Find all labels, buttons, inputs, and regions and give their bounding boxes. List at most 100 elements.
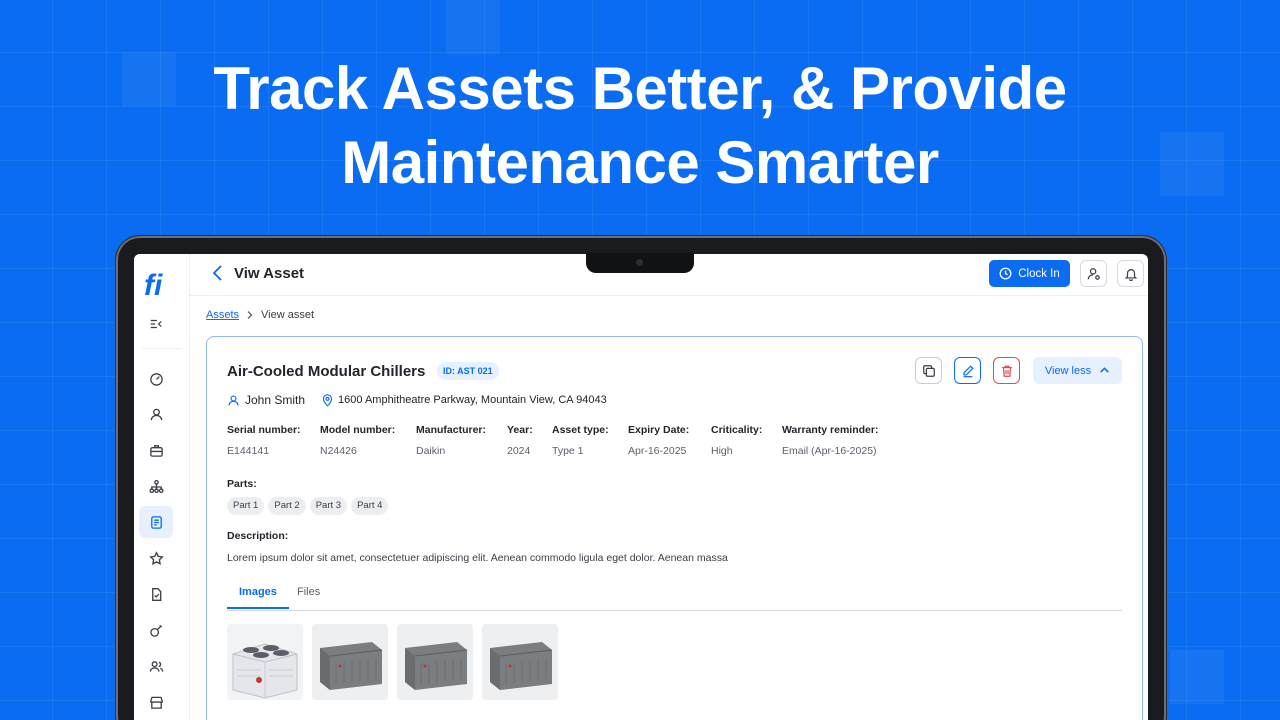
maintenance-icon <box>149 624 162 637</box>
headline-line-1: Track Assets Better, & Provide <box>213 55 1067 122</box>
asset-image-thumbnail[interactable] <box>312 624 388 700</box>
camera-dot <box>636 259 643 266</box>
asset-card: Air-Cooled Modular Chillers ID: AST 021 … <box>206 336 1143 720</box>
checklist-icon <box>151 587 161 601</box>
field-label: Model number: <box>320 424 396 436</box>
sidebar-item-team[interactable] <box>139 650 173 682</box>
active-tab-indicator <box>227 607 289 609</box>
description-text: Lorem ipsum dolor sit amet, consectetuer… <box>227 552 728 564</box>
hierarchy-icon <box>148 479 164 493</box>
field-label: Expiry Date: <box>628 424 690 436</box>
asset-image-thumbnail[interactable] <box>227 624 303 700</box>
field-serial-number: Serial number: E144141 <box>227 424 301 457</box>
field-criticality: Criticality: High <box>711 424 762 457</box>
clock-in-button[interactable]: Clock In <box>989 260 1070 287</box>
asset-id-badge: ID: AST 021 <box>437 362 499 380</box>
chiller-image <box>397 624 473 700</box>
sidebar-item-dashboard[interactable] <box>139 362 173 394</box>
star-icon <box>148 550 164 565</box>
media-tabs: Images Files <box>227 583 1122 611</box>
chevron-up-icon <box>1100 367 1110 373</box>
collapse-icon <box>150 319 162 329</box>
tab-files[interactable]: Files <box>297 586 320 598</box>
pencil-icon <box>962 364 974 377</box>
field-model-number: Model number: N24426 <box>320 424 395 457</box>
sidebar: fi <box>134 254 190 720</box>
duplicate-button[interactable] <box>915 357 942 384</box>
briefcase-icon <box>149 444 163 457</box>
field-label: Manufacturer: <box>416 424 487 436</box>
sidebar-item-hierarchy[interactable] <box>139 470 173 502</box>
hero-headline: Track Assets Better, & Provide Maintenan… <box>0 52 1280 200</box>
field-label: Warranty reminder: <box>782 424 879 436</box>
field-asset-type: Asset type: Type 1 <box>552 424 609 457</box>
asset-address: 1600 Amphitheatre Parkway, Mountain View… <box>338 394 607 406</box>
view-less-button[interactable]: View less <box>1033 357 1122 384</box>
delete-button[interactable] <box>993 357 1020 384</box>
clock-icon <box>999 267 1012 280</box>
background-tile <box>1170 650 1224 704</box>
asset-document-icon <box>150 515 162 529</box>
app-screen: fi Viw Asset Clock In Assets View asset … <box>134 254 1148 720</box>
field-value: 2024 <box>507 445 531 457</box>
user-icon <box>150 408 162 420</box>
chevron-right-icon <box>247 311 253 319</box>
field-label: Criticality: <box>711 424 763 436</box>
sidebar-item-favorites[interactable] <box>139 542 173 574</box>
part-chip[interactable]: Part 4 <box>351 497 389 515</box>
user-settings-icon <box>1087 267 1100 280</box>
sidebar-item-users[interactable] <box>139 398 173 430</box>
notifications-button[interactable] <box>1117 260 1144 287</box>
sidebar-item-checklists[interactable] <box>139 578 173 610</box>
sidebar-item-jobs[interactable] <box>139 434 173 466</box>
sidebar-divider <box>142 348 181 349</box>
asset-image-thumbnail[interactable] <box>482 624 558 700</box>
breadcrumb-assets-link[interactable]: Assets <box>206 309 239 321</box>
part-chip[interactable]: Part 3 <box>309 497 348 515</box>
chiller-image <box>227 624 303 700</box>
camera-notch <box>586 253 694 273</box>
field-value: High <box>711 445 733 457</box>
description-label: Description: <box>227 530 289 542</box>
field-year: Year: 2024 <box>507 424 533 457</box>
trash-icon <box>1001 365 1012 377</box>
asset-meta-row: John Smith 1600 Amphitheatre Parkway, Mo… <box>227 393 607 407</box>
laptop-frame: fi Viw Asset Clock In Assets View asset … <box>118 238 1164 720</box>
collapse-sidebar-button[interactable] <box>146 314 166 334</box>
parts-label: Parts: <box>227 478 257 490</box>
location-pin-icon <box>322 393 333 407</box>
chevron-left-icon <box>212 265 222 281</box>
field-label: Year: <box>507 424 533 436</box>
profile-button[interactable] <box>1080 260 1107 287</box>
chiller-image <box>482 624 558 700</box>
user-icon <box>228 394 239 405</box>
store-icon <box>149 696 163 709</box>
asset-name: Air-Cooled Modular Chillers <box>227 363 426 380</box>
field-value: Daikin <box>416 445 446 457</box>
parts-list: Part 1 Part 2 Part 3 Part 4 <box>227 497 389 515</box>
field-value: E144141 <box>227 445 270 457</box>
dashboard-icon <box>149 372 163 386</box>
bell-icon <box>1124 268 1137 281</box>
headline-line-2: Maintenance Smarter <box>341 129 939 196</box>
sidebar-item-store[interactable] <box>139 686 173 718</box>
app-logo[interactable]: fi <box>144 268 166 304</box>
sidebar-item-assets[interactable] <box>139 506 173 538</box>
field-value: Apr-16-2025 <box>628 445 687 457</box>
asset-owner: John Smith <box>245 393 306 407</box>
tab-images[interactable]: Images <box>239 586 277 598</box>
part-chip[interactable]: Part 2 <box>268 497 306 515</box>
field-warranty-reminder: Warranty reminder: Email (Apr-16-2025) <box>782 424 878 457</box>
field-label: Asset type: <box>552 424 609 436</box>
field-expiry-date: Expiry Date: Apr-16-2025 <box>628 424 689 457</box>
back-button[interactable] <box>210 264 226 282</box>
asset-image-thumbnail[interactable] <box>397 624 473 700</box>
field-value: N24426 <box>320 445 357 457</box>
chiller-image <box>312 624 388 700</box>
part-chip[interactable]: Part 1 <box>227 497 265 515</box>
sidebar-item-maintenance[interactable] <box>139 614 173 646</box>
breadcrumb: Assets View asset <box>206 309 314 321</box>
field-label: Serial number: <box>227 424 301 436</box>
view-less-label: View less <box>1044 364 1092 377</box>
edit-button[interactable] <box>954 357 981 384</box>
